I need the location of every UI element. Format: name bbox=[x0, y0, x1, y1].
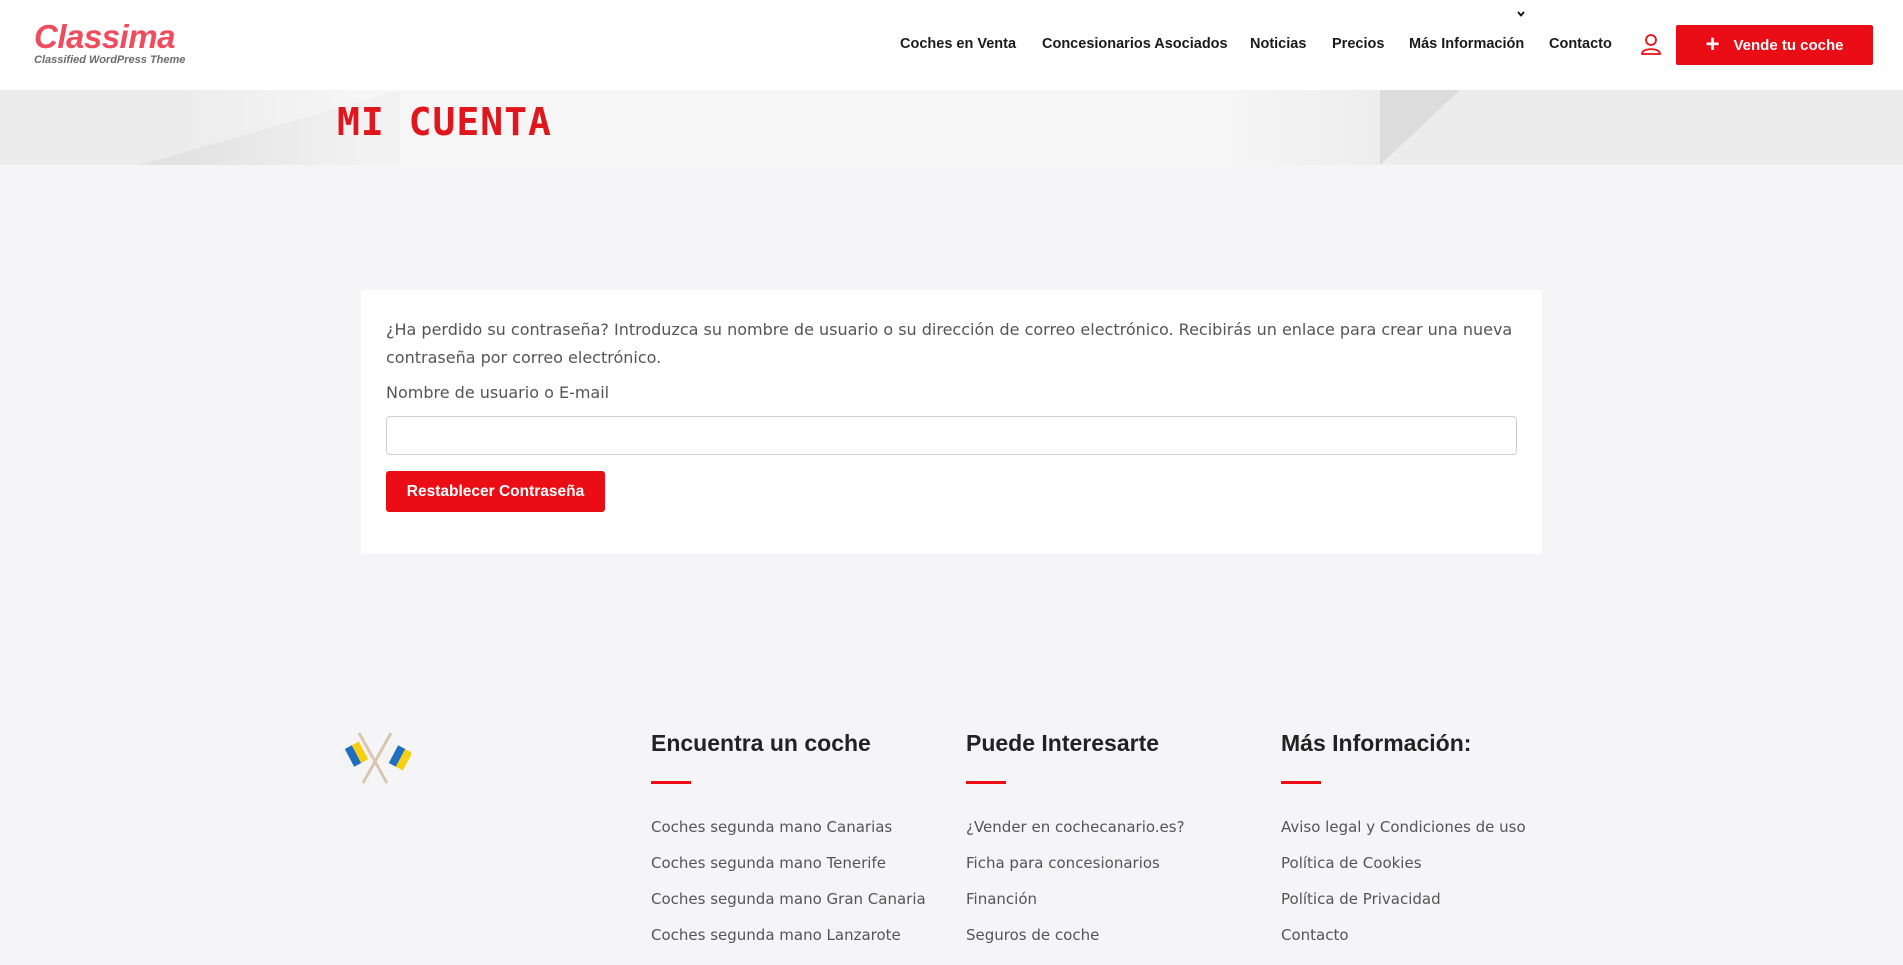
footer-column-title: Encuentra un coche bbox=[651, 730, 871, 756]
footer-column-find-car: Encuentra un coche Coches segunda mano C… bbox=[651, 730, 926, 962]
nav-contacto[interactable]: Contacto bbox=[1549, 36, 1612, 52]
sell-car-button[interactable]: + Vende tu coche bbox=[1676, 25, 1873, 65]
footer-link[interactable]: Ficha para concesionarios bbox=[966, 854, 1185, 890]
footer-link[interactable]: Política de Privacidad bbox=[1281, 890, 1526, 926]
site-header: Classima Classified WordPress Theme Coch… bbox=[0, 0, 1903, 90]
username-email-input[interactable] bbox=[386, 416, 1517, 455]
footer-link[interactable]: Financión bbox=[966, 890, 1185, 926]
site-footer bbox=[0, 690, 1903, 965]
footer-link[interactable]: Coches segunda mano Gran Canaria bbox=[651, 890, 926, 926]
nav-precios[interactable]: Precios bbox=[1332, 36, 1384, 52]
footer-link[interactable]: Política de Cookies bbox=[1281, 854, 1526, 890]
footer-link[interactable]: Seguros de coche bbox=[966, 926, 1185, 962]
username-email-label: Nombre de usuario o E-mail bbox=[386, 383, 610, 402]
footer-link[interactable]: Coches segunda mano Tenerife bbox=[651, 854, 926, 890]
lost-password-instructions: ¿Ha perdido su contraseña? Introduzca su… bbox=[386, 320, 1513, 367]
nav-mas-informacion[interactable]: Más Información bbox=[1409, 36, 1524, 52]
footer-link[interactable]: Aviso legal y Condiciones de uso bbox=[1281, 818, 1526, 854]
footer-column-more-info: Más Información: Aviso legal y Condicion… bbox=[1281, 730, 1526, 962]
chevron-down-icon[interactable] bbox=[1517, 10, 1525, 18]
user-account-icon[interactable] bbox=[1640, 33, 1662, 55]
canary-flags-logo bbox=[339, 732, 411, 784]
page-title: MI CUENTA bbox=[337, 100, 552, 144]
footer-link[interactable]: ¿Vender en cochecanario.es? bbox=[966, 818, 1185, 854]
footer-link[interactable]: Coches segunda mano Canarias bbox=[651, 818, 926, 854]
nav-concesionarios-asociados[interactable]: Concesionarios Asociados bbox=[1042, 36, 1228, 52]
footer-title-underline bbox=[651, 781, 691, 784]
footer-title-underline bbox=[1281, 781, 1321, 784]
footer-column-interest: Puede Interesarte ¿Vender en cochecanari… bbox=[966, 730, 1185, 962]
site-logo[interactable]: Classima Classified WordPress Theme bbox=[34, 18, 186, 67]
footer-link[interactable]: Contacto bbox=[1281, 926, 1526, 962]
nav-coches-en-venta[interactable]: Coches en Venta bbox=[900, 36, 1016, 52]
footer-column-title: Puede Interesarte bbox=[966, 730, 1160, 756]
footer-column-title: Más Información: bbox=[1281, 730, 1472, 756]
banner-decoration-right bbox=[1380, 90, 1460, 165]
logo-tagline: Classified WordPress Theme bbox=[34, 54, 186, 66]
lost-password-card: ¿Ha perdido su contraseña? Introduzca su… bbox=[361, 290, 1542, 554]
page-banner bbox=[0, 90, 1903, 165]
footer-link[interactable]: Coches segunda mano Lanzarote bbox=[651, 926, 926, 962]
plus-icon: + bbox=[1705, 31, 1720, 58]
sell-car-label: Vende tu coche bbox=[1733, 36, 1844, 54]
footer-title-underline bbox=[966, 781, 1006, 784]
logo-wordmark: Classima bbox=[34, 18, 175, 55]
nav-noticias[interactable]: Noticias bbox=[1250, 36, 1306, 52]
reset-password-button[interactable]: Restablecer Contraseña bbox=[386, 471, 605, 512]
